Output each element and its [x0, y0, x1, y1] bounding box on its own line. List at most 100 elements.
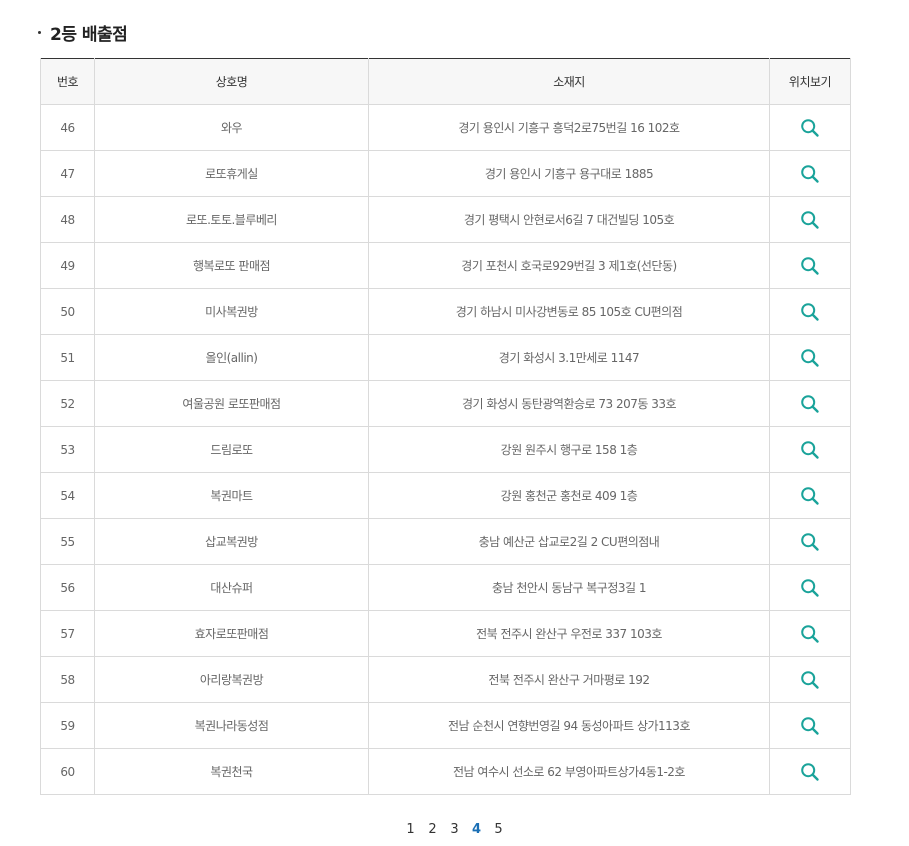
- cell-store-name: 미사복권방: [94, 288, 369, 335]
- search-icon[interactable]: [800, 716, 820, 736]
- cell-no: 49: [40, 242, 95, 289]
- table-row: 55 삽교복권방 충남 예산군 삽교로2길 2 CU편의점내: [40, 518, 851, 565]
- cell-address: 경기 포천시 호국로929번길 3 제1호(선단동): [368, 242, 770, 289]
- table-row: 49 행복로또 판매점 경기 포천시 호국로929번길 3 제1호(선단동): [40, 242, 851, 289]
- cell-location: [769, 472, 851, 519]
- cell-store-name: 복권천국: [94, 748, 369, 795]
- cell-location: [769, 610, 851, 657]
- cell-address: 경기 화성시 3.1만세로 1147: [368, 334, 770, 381]
- cell-no: 60: [40, 748, 95, 795]
- table-body: 46 와우 경기 용인시 기흥구 흥덕2로75번길 16 102호 47 로또휴게실 경기…: [40, 104, 851, 795]
- cell-store-name: 효자로또판매점: [94, 610, 369, 657]
- table-row: 52 여울공원 로또판매점 경기 화성시 동탄광역환승로 73 207동 33호: [40, 380, 851, 427]
- search-icon[interactable]: [800, 256, 820, 276]
- cell-location: [769, 196, 851, 243]
- search-icon[interactable]: [800, 578, 820, 598]
- column-header-name: 상호명: [94, 58, 369, 105]
- page-link[interactable]: 2: [427, 822, 439, 837]
- cell-location: [769, 104, 851, 151]
- cell-address: 경기 용인시 기흥구 흥덕2로75번길 16 102호: [368, 104, 770, 151]
- search-icon[interactable]: [800, 210, 820, 230]
- search-icon[interactable]: [800, 624, 820, 644]
- table-row: 56 대산슈퍼 충남 천안시 동남구 복구정3길 1: [40, 564, 851, 611]
- cell-store-name: 여울공원 로또판매점: [94, 380, 369, 427]
- cell-no: 48: [40, 196, 95, 243]
- table-row: 46 와우 경기 용인시 기흥구 흥덕2로75번길 16 102호: [40, 104, 851, 151]
- table-row: 58 아리랑복권방 전북 전주시 완산구 거마평로 192: [40, 656, 851, 703]
- cell-store-name: 올인(allin): [94, 334, 369, 381]
- page-link[interactable]: 5: [493, 822, 505, 837]
- cell-location: [769, 656, 851, 703]
- search-icon[interactable]: [800, 118, 820, 138]
- cell-address: 강원 원주시 행구로 158 1층: [368, 426, 770, 473]
- cell-store-name: 아리랑복권방: [94, 656, 369, 703]
- cell-store-name: 로또휴게실: [94, 150, 369, 197]
- bullet-icon: [38, 30, 41, 34]
- cell-store-name: 대산슈퍼: [94, 564, 369, 611]
- table-row: 53 드림로또 강원 원주시 행구로 158 1층: [40, 426, 851, 473]
- cell-address: 전북 전주시 완산구 거마평로 192: [368, 656, 770, 703]
- cell-address: 경기 화성시 동탄광역환승로 73 207동 33호: [368, 380, 770, 427]
- table-row: 51 올인(allin) 경기 화성시 3.1만세로 1147: [40, 334, 851, 381]
- section-header: 2등 배출점: [38, 20, 128, 45]
- table-row: 50 미사복권방 경기 하남시 미사강변동로 85 105호 CU편의점: [40, 288, 851, 335]
- table-row: 48 로또.토토.블루베리 경기 평택시 안현로서6길 7 대건빌딩 105호: [40, 196, 851, 243]
- page-link[interactable]: 4: [471, 822, 483, 837]
- cell-location: [769, 288, 851, 335]
- cell-address: 경기 하남시 미사강변동로 85 105호 CU편의점: [368, 288, 770, 335]
- cell-no: 59: [40, 702, 95, 749]
- page-link[interactable]: 3: [449, 822, 461, 837]
- cell-address: 경기 평택시 안현로서6길 7 대건빌딩 105호: [368, 196, 770, 243]
- cell-no: 46: [40, 104, 95, 151]
- table-row: 60 복권천국 전남 여수시 선소로 62 부영아파트상가4동1-2호: [40, 748, 851, 795]
- cell-store-name: 와우: [94, 104, 369, 151]
- cell-location: [769, 334, 851, 381]
- cell-location: [769, 564, 851, 611]
- search-icon[interactable]: [800, 440, 820, 460]
- cell-no: 47: [40, 150, 95, 197]
- search-icon[interactable]: [800, 532, 820, 552]
- page-link[interactable]: 1: [405, 822, 417, 837]
- search-icon[interactable]: [800, 670, 820, 690]
- cell-store-name: 복권마트: [94, 472, 369, 519]
- cell-address: 전남 여수시 선소로 62 부영아파트상가4동1-2호: [368, 748, 770, 795]
- pagination: 12345: [0, 822, 909, 837]
- cell-store-name: 삽교복권방: [94, 518, 369, 565]
- column-header-address: 소재지: [368, 58, 770, 105]
- cell-no: 57: [40, 610, 95, 657]
- search-icon[interactable]: [800, 348, 820, 368]
- cell-location: [769, 150, 851, 197]
- cell-address: 전남 순천시 연향번영길 94 동성아파트 상가113호: [368, 702, 770, 749]
- cell-no: 55: [40, 518, 95, 565]
- cell-address: 충남 예산군 삽교로2길 2 CU편의점내: [368, 518, 770, 565]
- search-icon[interactable]: [800, 164, 820, 184]
- search-icon[interactable]: [800, 302, 820, 322]
- cell-no: 51: [40, 334, 95, 381]
- cell-store-name: 드림로또: [94, 426, 369, 473]
- search-icon[interactable]: [800, 486, 820, 506]
- column-header-no: 번호: [40, 58, 95, 105]
- column-header-location: 위치보기: [769, 58, 851, 105]
- cell-address: 전북 전주시 완산구 우전로 337 103호: [368, 610, 770, 657]
- cell-location: [769, 242, 851, 289]
- cell-address: 경기 용인시 기흥구 용구대로 1885: [368, 150, 770, 197]
- cell-location: [769, 380, 851, 427]
- table-header-row: 번호 상호명 소재지 위치보기: [40, 58, 851, 105]
- cell-store-name: 복권나라동성점: [94, 702, 369, 749]
- search-icon[interactable]: [800, 394, 820, 414]
- cell-location: [769, 518, 851, 565]
- table-row: 59 복권나라동성점 전남 순천시 연향번영길 94 동성아파트 상가113호: [40, 702, 851, 749]
- search-icon[interactable]: [800, 762, 820, 782]
- cell-no: 56: [40, 564, 95, 611]
- winner-store-table: 번호 상호명 소재지 위치보기 46 와우 경기 용인시 기흥구 흥덕2로75번길 …: [40, 58, 851, 795]
- cell-no: 53: [40, 426, 95, 473]
- section-title: 2등 배출점: [50, 24, 128, 45]
- table-row: 47 로또휴게실 경기 용인시 기흥구 용구대로 1885: [40, 150, 851, 197]
- table-row: 54 복권마트 강원 홍천군 홍천로 409 1층: [40, 472, 851, 519]
- table-row: 57 효자로또판매점 전북 전주시 완산구 우전로 337 103호: [40, 610, 851, 657]
- cell-location: [769, 702, 851, 749]
- cell-location: [769, 426, 851, 473]
- cell-no: 54: [40, 472, 95, 519]
- cell-no: 52: [40, 380, 95, 427]
- cell-store-name: 행복로또 판매점: [94, 242, 369, 289]
